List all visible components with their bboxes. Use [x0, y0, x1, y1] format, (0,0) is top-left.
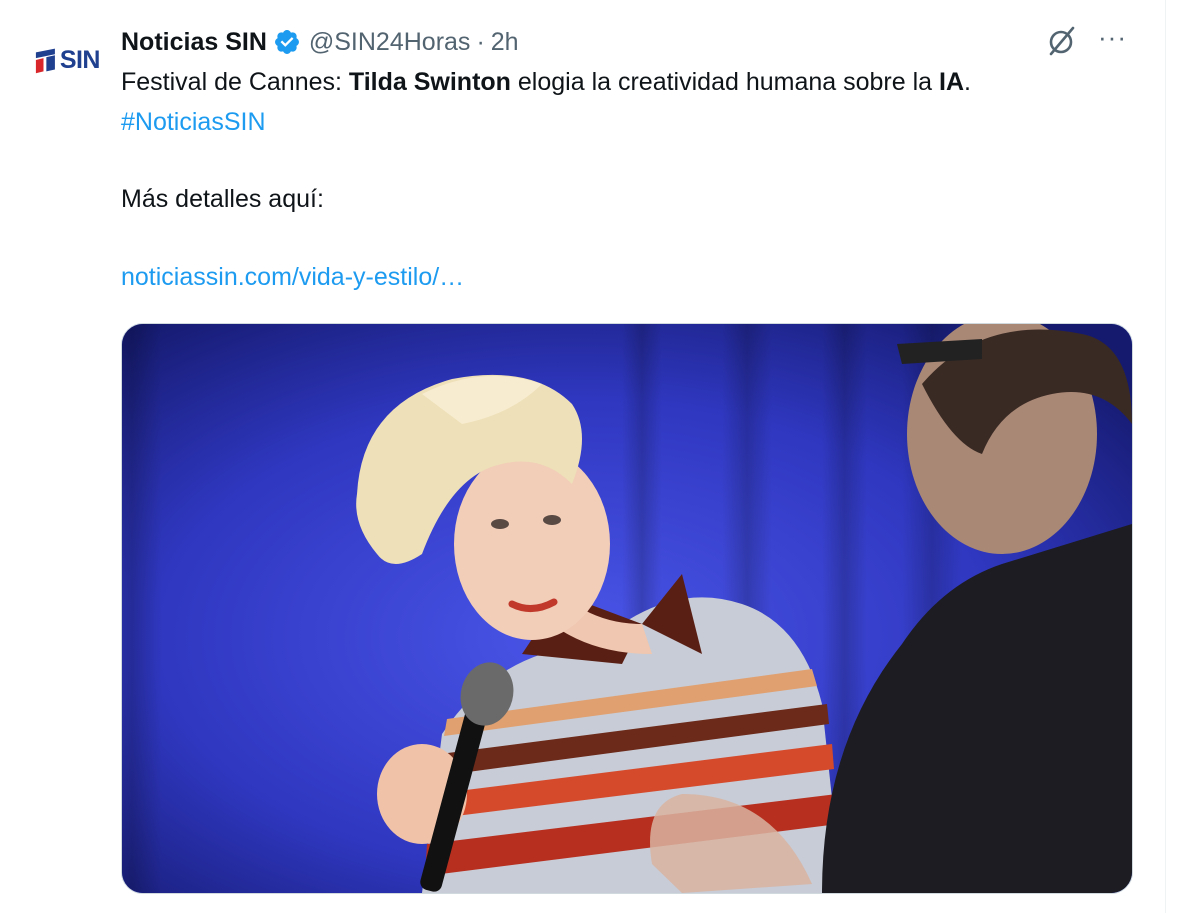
avatar[interactable]: SIN: [34, 40, 101, 80]
text-end: .: [964, 68, 971, 96]
separator: ·: [476, 27, 485, 56]
article-link[interactable]: noticiassin.com/vida-y-estilo/…: [121, 263, 464, 292]
text-bold-ia: IA: [939, 68, 964, 96]
hashtag-link[interactable]: #NoticiasSIN: [121, 108, 266, 137]
tweet-text-line1: Festival de Cannes: Tilda Swinton elogia…: [121, 68, 971, 97]
tweet-photo[interactable]: [121, 323, 1133, 894]
text-middle: elogia la creatividad humana sobre la: [510, 68, 939, 96]
tweet-header: Noticias SIN @SIN24Horas · 2h: [121, 22, 519, 62]
details-text: Más detalles aquí:: [121, 185, 324, 213]
more-icon[interactable]: ···: [1098, 24, 1132, 53]
logo-flag-icon: [35, 48, 55, 74]
timeline-divider: [1165, 0, 1166, 913]
grok-icon[interactable]: [1045, 24, 1079, 58]
text-prefix: Festival de Cannes:: [121, 68, 349, 96]
timestamp[interactable]: 2h: [491, 28, 519, 57]
photo-illustration: [122, 324, 1132, 893]
text-bold-name: Tilda Swinton: [348, 68, 511, 96]
verified-badge-icon[interactable]: [273, 28, 301, 56]
author-name[interactable]: Noticias SIN: [121, 28, 267, 57]
logo-text: SIN: [59, 45, 101, 74]
author-handle[interactable]: @SIN24Horas: [309, 28, 471, 57]
